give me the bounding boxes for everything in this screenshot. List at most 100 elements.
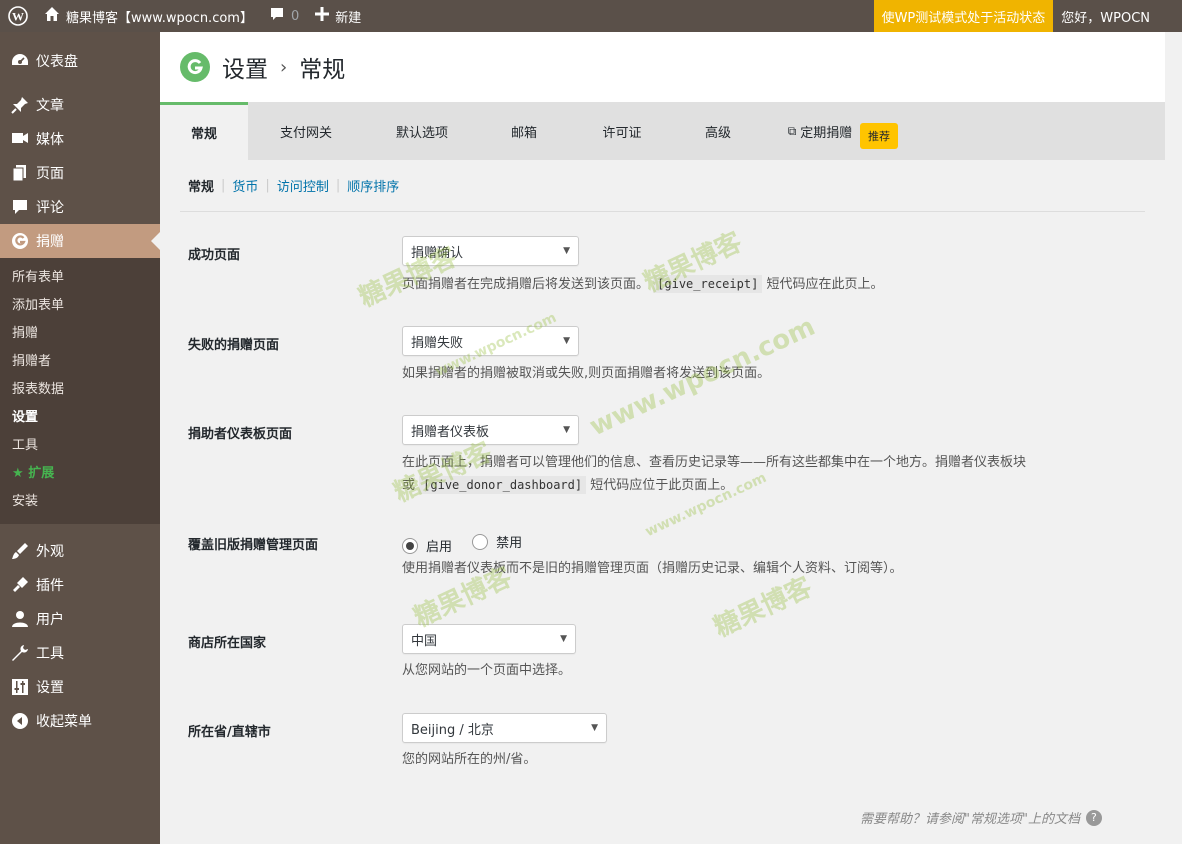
admin-bar: W 糖果博客【www.wpocn.com】 0 新建 使WP测试模式处于活动状态… bbox=[0, 0, 1182, 32]
menu-give[interactable]: 捐赠 bbox=[0, 224, 160, 258]
dropdown-arrow-icon: ▼ bbox=[563, 336, 570, 346]
menu-label: 工具 bbox=[36, 646, 64, 662]
external-link-icon: ⧉ bbox=[787, 123, 797, 138]
select-value: 捐赠失败 bbox=[411, 335, 464, 351]
shortcode: [give_receipt] bbox=[653, 275, 763, 293]
comment-icon bbox=[10, 197, 30, 217]
menu-appearance[interactable]: 外观 bbox=[0, 534, 160, 568]
admin-sidebar: 仪表盘 文章 媒体 页面 评论 捐赠 所有表单 添加表单 捐赠 捐赠者 报表数据… bbox=[0, 32, 160, 844]
tab-gateways[interactable]: 支付网关 bbox=[248, 102, 364, 160]
tab-emails[interactable]: 邮箱 bbox=[480, 102, 568, 160]
desc-text: 页面捐赠者在完成捐赠后将发送到该页面。 bbox=[402, 277, 650, 292]
divider: | bbox=[335, 178, 341, 193]
field-description: 使用捐赠者仪表板而不是旧的捐赠管理页面（捐赠历史记录、编辑个人资料、订阅等）。 bbox=[402, 561, 903, 576]
wordpress-logo-icon[interactable]: W bbox=[0, 0, 36, 32]
submenu-donors[interactable]: 捐赠者 bbox=[0, 348, 160, 376]
submenu-donations[interactable]: 捐赠 bbox=[0, 320, 160, 348]
submenu-all-forms[interactable]: 所有表单 bbox=[0, 264, 160, 292]
chevron-right-icon: › bbox=[280, 56, 288, 78]
svg-text:W: W bbox=[12, 10, 24, 24]
dashboard-icon bbox=[10, 51, 30, 71]
submenu-reports[interactable]: 报表数据 bbox=[0, 376, 160, 404]
donor-dashboard-select[interactable]: 捐赠者仪表板 ▼ bbox=[402, 415, 579, 445]
menu-tools[interactable]: 工具 bbox=[0, 636, 160, 670]
account-greeting[interactable]: 您好，WPOCN bbox=[1053, 0, 1182, 32]
dropdown-arrow-icon: ▼ bbox=[563, 425, 570, 435]
field-label: 失败的捐赠页面 bbox=[188, 338, 280, 353]
subsection-currency[interactable]: 货币 bbox=[232, 176, 258, 195]
submenu-setup[interactable]: 安装 bbox=[0, 488, 160, 516]
radio-dot-selected[interactable] bbox=[402, 537, 418, 554]
right-margin bbox=[1165, 32, 1182, 844]
submenu-addons-label: 扩展 bbox=[28, 466, 55, 481]
divider: | bbox=[221, 178, 226, 193]
shortcode: [give_donor_dashboard] bbox=[419, 476, 587, 494]
radio-dot[interactable] bbox=[472, 533, 489, 550]
menu-posts[interactable]: 文章 bbox=[0, 88, 160, 122]
submenu-addons[interactable]: ★ 扩展 bbox=[0, 460, 160, 488]
radio-enable[interactable]: 启用 bbox=[402, 536, 452, 555]
pin-icon bbox=[10, 95, 30, 115]
menu-dashboard[interactable]: 仪表盘 bbox=[0, 44, 160, 78]
tab-general[interactable]: 常规 bbox=[160, 102, 248, 160]
subsection-general[interactable]: 常规 bbox=[188, 176, 214, 195]
failure-page-select[interactable]: 捐赠失败 ▼ bbox=[402, 326, 579, 356]
menu-label: 外观 bbox=[36, 544, 64, 560]
menu-label: 文章 bbox=[36, 98, 64, 114]
submenu-add-form[interactable]: 添加表单 bbox=[0, 292, 160, 320]
test-mode-notice[interactable]: 使WP测试模式处于活动状态 bbox=[873, 0, 1054, 32]
field-label: 商店所在国家 bbox=[188, 636, 267, 651]
desc-line-2: 或 [give_donor_dashboard] 短代码应位于此页面上。 bbox=[402, 474, 1092, 497]
new-content-link[interactable]: 新建 bbox=[307, 0, 369, 32]
comments-link[interactable]: 0 bbox=[261, 0, 307, 32]
select-value: 捐赠确认 bbox=[411, 245, 464, 261]
menu-comments[interactable]: 评论 bbox=[0, 190, 160, 224]
menu-users[interactable]: 用户 bbox=[0, 602, 160, 636]
submenu-settings[interactable]: 设置 bbox=[0, 404, 160, 432]
new-label: 新建 bbox=[335, 10, 362, 26]
help-link[interactable]: 需要帮助？请参阅"常规选项"上的文档 ? bbox=[860, 808, 1102, 827]
user-icon bbox=[10, 609, 30, 629]
field-label: 所在省/直辖市 bbox=[188, 725, 271, 740]
page-icon bbox=[10, 163, 30, 183]
desc-text: 在此页面上，捐赠者可以管理他们的信息、查看历史记录等——所有这些都集中在一个地方… bbox=[402, 455, 1027, 470]
comments-count: 0 bbox=[290, 8, 300, 24]
menu-media[interactable]: 媒体 bbox=[0, 122, 160, 156]
give-logo-icon bbox=[180, 52, 210, 82]
site-name-link[interactable]: 糖果博客【www.wpocn.com】 bbox=[36, 0, 261, 32]
select-value: 捐赠者仪表板 bbox=[411, 424, 490, 440]
menu-collapse[interactable]: 收起菜单 bbox=[0, 704, 160, 738]
home-icon bbox=[44, 6, 60, 26]
subsection-access-control[interactable]: 访问控制 bbox=[277, 176, 329, 195]
select-value: Beijing / 北京 bbox=[411, 722, 494, 738]
select-value: 中国 bbox=[411, 633, 438, 649]
desc-text: 或 bbox=[402, 478, 416, 493]
tab-display[interactable]: 默认选项 bbox=[364, 102, 480, 160]
state-select[interactable]: Beijing / 北京 ▼ bbox=[402, 713, 607, 743]
tab-advanced[interactable]: 高级 bbox=[676, 102, 760, 160]
menu-label: 收起菜单 bbox=[36, 714, 92, 730]
subsection-sequential-ordering[interactable]: 顺序排序 bbox=[347, 176, 399, 195]
main-content: 设置 › 常规 常规 支付网关 默认选项 邮箱 许可证 高级 ⧉ 定期捐赠 推荐… bbox=[160, 32, 1165, 844]
subsection-links: 常规 | 货币 | 访问控制 | 顺序排序 bbox=[180, 160, 1145, 212]
dropdown-arrow-icon: ▼ bbox=[591, 723, 598, 733]
tab-licenses[interactable]: 许可证 bbox=[568, 102, 676, 160]
submenu-tools[interactable]: 工具 bbox=[0, 432, 160, 460]
comment-icon bbox=[269, 6, 285, 26]
dropdown-arrow-icon: ▼ bbox=[563, 246, 570, 256]
field-description: 您的网站所在的州/省。 bbox=[402, 752, 537, 767]
success-page-select[interactable]: 捐赠确认 ▼ bbox=[402, 236, 579, 266]
field-description: 从您网站的一个页面中选择。 bbox=[402, 663, 572, 678]
settings-icon bbox=[10, 677, 30, 697]
desc-text: 短代码应位于此页面上。 bbox=[590, 478, 734, 493]
settings-form: 常规 | 货币 | 访问控制 | 顺序排序 bbox=[160, 160, 1165, 212]
field-description: 在此页面上，捐赠者可以管理他们的信息、查看历史记录等——所有这些都集中在一个地方… bbox=[402, 452, 1092, 497]
menu-pages[interactable]: 页面 bbox=[0, 156, 160, 190]
menu-plugins[interactable]: 插件 bbox=[0, 568, 160, 602]
radio-disable[interactable]: 禁用 bbox=[472, 532, 522, 551]
divider: | bbox=[265, 178, 270, 193]
country-select[interactable]: 中国 ▼ bbox=[402, 624, 576, 654]
page-title-sub: 常规 bbox=[299, 57, 346, 83]
field-label: 成功页面 bbox=[188, 248, 241, 263]
menu-settings[interactable]: 设置 bbox=[0, 670, 160, 704]
